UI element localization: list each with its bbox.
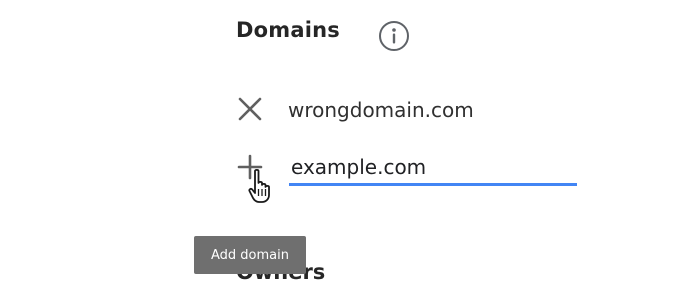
- info-icon[interactable]: [377, 19, 411, 53]
- domain-entry-text: wrongdomain.com: [288, 98, 474, 122]
- remove-domain-close-icon[interactable]: [236, 95, 264, 123]
- new-domain-input[interactable]: [289, 152, 577, 186]
- domains-section-title: Domains: [236, 18, 340, 42]
- hand-pointer-cursor-icon: [247, 168, 275, 204]
- add-domain-tooltip: Add domain: [194, 236, 306, 274]
